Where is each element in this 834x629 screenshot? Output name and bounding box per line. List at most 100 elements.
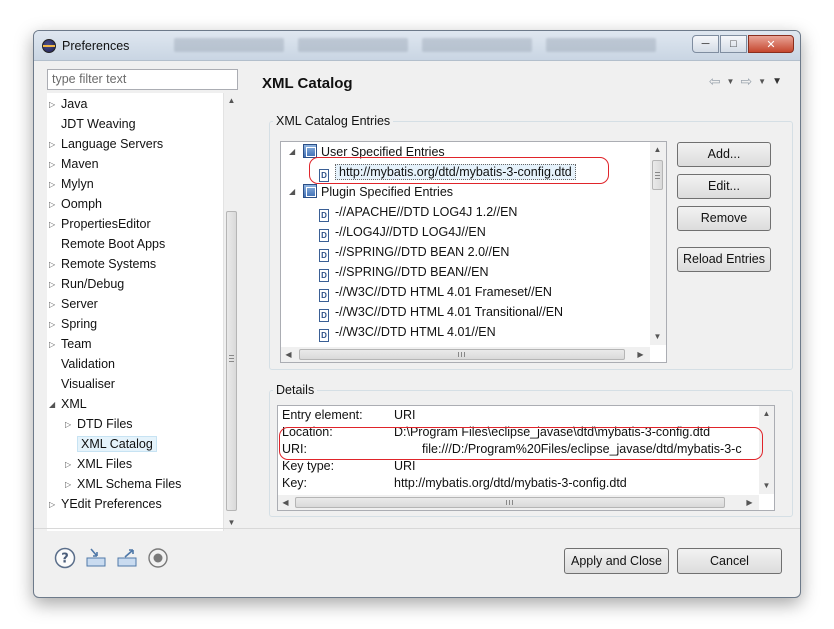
detail-key: Entry element: xyxy=(282,408,363,422)
help-icon[interactable]: ? xyxy=(54,547,76,569)
add-button[interactable]: Add... xyxy=(677,142,771,167)
nav-item-label: DTD Files xyxy=(77,417,133,431)
catalog-hscroll-thumb[interactable] xyxy=(299,349,625,360)
cancel-button[interactable]: Cancel xyxy=(677,548,782,574)
detail-value: D:\Program Files\eclipse_javase\dtd\myba… xyxy=(394,425,711,439)
nav-item[interactable]: ▷ YEdit Preferences xyxy=(49,495,162,514)
view-menu-icon[interactable]: ▼ xyxy=(772,76,782,87)
nav-item[interactable]: ▷ Oomph xyxy=(49,195,102,214)
tree-entry[interactable]: D -//APACHE//DTD LOG4J 1.2//EN xyxy=(319,202,517,222)
back-dropdown-icon[interactable]: ▼ xyxy=(727,77,735,86)
dtd-file-icon: D xyxy=(319,329,329,342)
nav-item[interactable]: ▷ PropertiesEditor xyxy=(49,215,151,234)
expand-icon[interactable]: ▷ xyxy=(49,495,59,514)
scroll-up-icon[interactable]: ▲ xyxy=(224,93,239,109)
collapse-icon[interactable]: ◢ xyxy=(49,395,59,414)
nav-item[interactable]: Remote Boot Apps xyxy=(57,235,165,254)
nav-item-label: Language Servers xyxy=(61,137,164,151)
nav-item-label: YEdit Preferences xyxy=(61,497,162,511)
tree-entry[interactable]: D -//W3C//DTD HTML 4.01 Frameset//EN xyxy=(319,282,552,302)
nav-item[interactable]: ▷ Maven xyxy=(49,155,99,174)
expand-icon[interactable]: ▷ xyxy=(49,175,59,194)
reload-entries-button[interactable]: Reload Entries xyxy=(677,247,771,272)
nav-item[interactable]: JDT Weaving xyxy=(57,115,136,134)
scroll-left-icon[interactable]: ◀ xyxy=(278,495,293,510)
expand-icon[interactable]: ▷ xyxy=(65,455,75,474)
expand-icon[interactable]: ▷ xyxy=(49,275,59,294)
scroll-down-icon[interactable]: ▼ xyxy=(650,329,665,345)
collapse-icon[interactable]: ◢ xyxy=(289,142,295,162)
record-icon[interactable] xyxy=(147,547,169,569)
nav-item[interactable]: ▷ Team xyxy=(49,335,92,354)
nav-scroll-thumb[interactable] xyxy=(226,211,237,511)
tree-entry[interactable]: D -//SPRING//DTD BEAN 2.0//EN xyxy=(319,242,509,262)
nav-item[interactable]: ▷ XML Files xyxy=(65,455,133,474)
preferences-window: Preferences ─ □ ✕ type filter text ▷ Java… xyxy=(33,30,801,598)
nav-item-label: XML Files xyxy=(77,457,133,471)
nav-item[interactable]: Validation xyxy=(57,355,115,374)
filter-input[interactable]: type filter text xyxy=(47,69,238,90)
expand-icon[interactable]: ▷ xyxy=(49,155,59,174)
nav-item[interactable]: ▷ Run/Debug xyxy=(49,275,124,294)
title-bar[interactable]: Preferences ─ □ ✕ xyxy=(34,31,800,61)
tree-entry-label: http://mybatis.org/dtd/mybatis-3-config.… xyxy=(335,164,576,180)
expand-icon[interactable]: ▷ xyxy=(49,95,59,114)
expand-icon[interactable]: ▷ xyxy=(49,315,59,334)
details-hscroll-thumb[interactable] xyxy=(295,497,725,508)
collapse-icon[interactable]: ◢ xyxy=(289,182,295,202)
expand-icon[interactable]: ▷ xyxy=(49,135,59,154)
scroll-up-icon[interactable]: ▲ xyxy=(759,406,774,422)
close-icon[interactable]: ✕ xyxy=(748,35,794,53)
nav-item[interactable]: ▷ Mylyn xyxy=(49,175,94,194)
tree-node-label: Plugin Specified Entries xyxy=(321,185,454,199)
tree-entry[interactable]: D -//W3C//DTD HTML 4.01//EN xyxy=(319,322,496,342)
nav-item[interactable]: XML Catalog xyxy=(73,435,157,454)
details-hscroll[interactable]: ◀ ▶ xyxy=(278,495,759,510)
forward-dropdown-icon[interactable]: ▼ xyxy=(758,77,766,86)
nav-item[interactable]: ▷ DTD Files xyxy=(65,415,133,434)
catalog-vscroll[interactable]: ▲ ▼ xyxy=(650,142,666,345)
tree-entry[interactable]: D -//LOG4J//DTD LOG4J//EN xyxy=(319,222,486,242)
tree-entry[interactable]: D -//W3C//DTD HTML 4.01 Transitional//EN xyxy=(319,302,563,322)
back-arrow-icon[interactable]: ⇦ xyxy=(709,73,721,90)
preference-nav-tree: ▷ Java JDT Weaving ▷ Language Servers ▷ Maven ▷… xyxy=(47,93,238,531)
nav-item[interactable]: Visualiser xyxy=(57,375,115,394)
apply-and-close-button[interactable]: Apply and Close xyxy=(564,548,669,574)
maximize-icon[interactable]: □ xyxy=(720,35,747,53)
expand-icon[interactable]: ▷ xyxy=(49,295,59,314)
detail-row: Entry element: URI xyxy=(282,407,758,424)
tree-entry[interactable]: D -//SPRING//DTD BEAN//EN xyxy=(319,262,489,282)
import-icon[interactable] xyxy=(85,547,107,569)
scroll-down-icon[interactable]: ▼ xyxy=(759,478,774,494)
nav-item[interactable]: ▷ Java xyxy=(49,95,87,114)
nav-item[interactable]: ▷ Remote Systems xyxy=(49,255,156,274)
expand-icon[interactable]: ▷ xyxy=(49,195,59,214)
scroll-right-icon[interactable]: ▶ xyxy=(742,495,757,510)
scroll-right-icon[interactable]: ▶ xyxy=(633,347,648,362)
nav-item[interactable]: ▷ Server xyxy=(49,295,98,314)
nav-item[interactable]: ◢ XML xyxy=(49,395,87,414)
nav-item[interactable]: ▷ XML Schema Files xyxy=(65,475,181,494)
export-icon[interactable] xyxy=(116,547,138,569)
expand-icon[interactable]: ▷ xyxy=(65,415,75,434)
edit-button[interactable]: Edit... xyxy=(677,174,771,199)
nav-scrollbar[interactable]: ▲ ▼ xyxy=(223,93,238,531)
tree-entry-mybatis[interactable]: Dhttp://mybatis.org/dtd/mybatis-3-config… xyxy=(319,162,576,182)
nav-item[interactable]: ▷ Spring xyxy=(49,315,97,334)
forward-arrow-icon[interactable]: ⇨ xyxy=(740,73,752,90)
nav-item[interactable]: ▷ Language Servers xyxy=(49,135,164,154)
scroll-left-icon[interactable]: ◀ xyxy=(281,347,296,362)
catalog-vscroll-thumb[interactable] xyxy=(652,160,663,190)
expand-icon[interactable]: ▷ xyxy=(49,215,59,234)
expand-icon[interactable]: ▷ xyxy=(65,475,75,494)
minimize-icon[interactable]: ─ xyxy=(692,35,719,53)
scroll-up-icon[interactable]: ▲ xyxy=(650,142,665,158)
dtd-file-icon: D xyxy=(319,249,329,262)
catalog-hscroll[interactable]: ◀ ▶ xyxy=(281,347,650,362)
window-title: Preferences xyxy=(62,39,130,53)
details-vscroll[interactable]: ▲ ▼ xyxy=(759,406,774,494)
expand-icon[interactable]: ▷ xyxy=(49,335,59,354)
remove-button[interactable]: Remove xyxy=(677,206,771,231)
expand-icon[interactable]: ▷ xyxy=(49,255,59,274)
nav-item-label: Oomph xyxy=(61,197,102,211)
